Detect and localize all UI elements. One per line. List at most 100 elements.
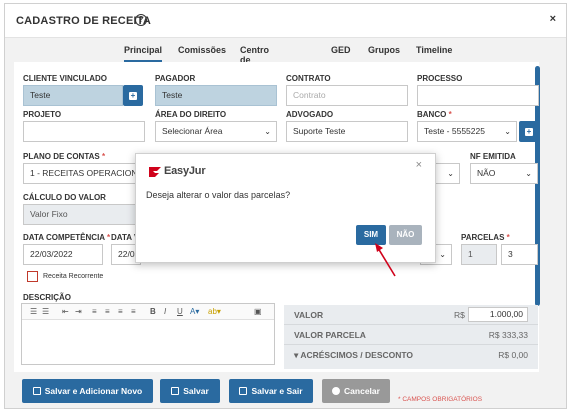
indent-icon[interactable]: ⇥ xyxy=(75,307,82,316)
contrato-label: CONTRATO xyxy=(286,74,331,83)
banco-label: BANCO * xyxy=(417,110,452,119)
required-fields-note: * CAMPOS OBRIGATÓRIOS xyxy=(398,396,483,403)
banco-add-button[interactable]: + xyxy=(519,121,539,142)
save-button[interactable]: Salvar xyxy=(160,379,220,403)
advogado-label: ADVOGADO xyxy=(286,110,334,119)
align-center-icon[interactable]: ≡ xyxy=(105,307,110,316)
pagador-label: PAGADOR xyxy=(155,74,196,83)
acrescimos-label: ▾ ACRÉSCIMOS / DESCONTO xyxy=(294,350,414,360)
contrato-field[interactable]: Contrato xyxy=(286,85,408,106)
save-and-exit-button[interactable]: Salvar e Sair xyxy=(229,379,313,403)
tab-principal[interactable]: Principal xyxy=(124,42,163,62)
italic-icon[interactable]: I xyxy=(164,307,166,316)
currency-label: R$ xyxy=(454,310,465,320)
tab-timeline[interactable]: Timeline xyxy=(416,42,452,62)
tab-centro-de-receita[interactable]: Centro de Receita xyxy=(240,42,272,75)
parcelas-current-field[interactable]: 1 xyxy=(461,244,497,265)
parcelas-label-text: PARCELAS xyxy=(461,233,505,242)
data-competencia-required-mark: * xyxy=(107,233,111,242)
help-icon[interactable]: ? xyxy=(135,14,147,26)
area-select-value: Selecionar Área xyxy=(162,126,223,136)
acrescimos-value: R$ 0,00 xyxy=(498,350,528,360)
calculo-label: CÁLCULO DO VALOR xyxy=(23,193,106,202)
cancel-icon xyxy=(332,387,341,395)
area-select[interactable]: Selecionar Área ⌄ xyxy=(155,121,277,142)
banco-select[interactable]: Teste - 5555225 ⌄ xyxy=(417,121,517,142)
save-and-exit-label: Salvar e Sair xyxy=(251,386,303,396)
parcelas-total-field[interactable]: 3 xyxy=(501,244,538,265)
close-icon[interactable]: × xyxy=(550,13,556,25)
banco-required-mark: * xyxy=(448,110,452,119)
page-title: CADASTRO DE RECEITA xyxy=(16,15,151,27)
valor-input[interactable]: 1.000,00 xyxy=(468,307,528,322)
parcelas-label: PARCELAS * xyxy=(461,233,510,242)
banco-select-value: Teste - 5555225 xyxy=(424,126,485,136)
tab-comissoes[interactable]: Comissões xyxy=(178,42,226,62)
plano-label-text: PLANO DE CONTAS xyxy=(23,152,100,161)
save-label: Salvar xyxy=(183,386,209,396)
valor-parcela-row: VALOR PARCELA R$ 333,33 xyxy=(284,325,538,345)
chevron-down-icon: ⌄ xyxy=(525,169,532,178)
chevron-down-icon: ⌄ xyxy=(439,250,446,259)
processo-field[interactable] xyxy=(417,85,539,106)
cliente-add-button[interactable]: + xyxy=(123,85,143,106)
modal-close-icon[interactable]: × xyxy=(416,159,422,171)
source-icon[interactable]: ▣ xyxy=(254,307,262,316)
chevron-down-icon: ⌄ xyxy=(264,127,271,136)
nf-select-value: NÃO xyxy=(477,168,496,178)
cliente-field[interactable]: Teste xyxy=(23,85,123,106)
acrescimos-row[interactable]: ▾ ACRÉSCIMOS / DESCONTO R$ 0,00 xyxy=(284,345,538,365)
receita-recorrente-checkbox[interactable] xyxy=(27,271,38,282)
save-icon xyxy=(32,387,41,395)
valor-parcela-value: R$ 333,33 xyxy=(488,330,528,340)
align-justify-icon[interactable]: ≡ xyxy=(131,307,136,316)
tab-grupos[interactable]: Grupos xyxy=(368,42,400,62)
highlight-icon[interactable]: ab▾ xyxy=(208,307,221,316)
pagador-field[interactable]: Teste xyxy=(155,85,277,106)
values-panel: VALOR R$ 1.000,00 VALOR PARCELA R$ 333,3… xyxy=(284,305,538,369)
area-label: ÁREA DO DIREITO xyxy=(155,110,227,119)
window-header: CADASTRO DE RECEITA ? × xyxy=(5,4,566,38)
descricao-editor[interactable]: ☰ ☰ ⇤ ⇥ ≡ ≡ ≡ ≡ B I U A▾ ab▾ ▣ xyxy=(21,303,275,365)
valor-row: VALOR R$ 1.000,00 xyxy=(284,305,538,325)
data-competencia-label-text: DATA COMPETÊNCIA xyxy=(23,233,105,242)
banco-label-text: BANCO xyxy=(417,110,447,119)
cliente-label: CLIENTE VINCULADO xyxy=(23,74,107,83)
font-color-icon[interactable]: A▾ xyxy=(190,307,199,316)
nf-label: NF EMITIDA xyxy=(470,152,516,161)
cancel-button[interactable]: Cancelar xyxy=(322,379,390,403)
save-icon xyxy=(239,387,248,395)
ordered-list-icon[interactable]: ☰ xyxy=(30,307,37,316)
projeto-field[interactable] xyxy=(23,121,145,142)
advogado-field[interactable]: Suporte Teste xyxy=(286,121,408,142)
tab-ged[interactable]: GED xyxy=(331,42,351,62)
modal-message: Deseja alterar o valor das parcelas? xyxy=(146,190,291,200)
projeto-label: PROJETO xyxy=(23,110,62,119)
receita-recorrente-label: Receita Recorrente xyxy=(43,273,104,280)
nf-select[interactable]: NÃO ⌄ xyxy=(470,163,538,184)
valor-parcela-label: VALOR PARCELA xyxy=(294,330,366,340)
plano-required-mark: * xyxy=(101,152,106,161)
calculo-field[interactable]: Valor Fixo xyxy=(23,204,145,225)
bold-icon[interactable]: B xyxy=(150,307,156,316)
plus-icon: + xyxy=(525,127,533,136)
align-left-icon[interactable]: ≡ xyxy=(92,307,97,316)
parcelas-required-mark: * xyxy=(506,233,510,242)
brand-name: EasyJur xyxy=(164,165,206,177)
data-competencia-label: DATA COMPETÊNCIA * xyxy=(23,233,110,242)
unordered-list-icon[interactable]: ☰ xyxy=(42,307,49,316)
outdent-icon[interactable]: ⇤ xyxy=(62,307,69,316)
processo-label: PROCESSO xyxy=(417,74,463,83)
data-competencia-field[interactable]: 22/03/2022 xyxy=(23,244,103,265)
annotation-arrow-icon xyxy=(375,243,396,277)
cancel-label: Cancelar xyxy=(344,386,380,396)
save-and-new-button[interactable]: Salvar e Adicionar Novo xyxy=(22,379,153,403)
plus-icon: + xyxy=(129,91,137,100)
valor-label: VALOR xyxy=(294,310,324,320)
underline-icon[interactable]: U xyxy=(177,307,183,316)
descricao-label: DESCRIÇÃO xyxy=(23,293,72,302)
align-right-icon[interactable]: ≡ xyxy=(118,307,123,316)
plano-label: PLANO DE CONTAS * xyxy=(23,152,105,161)
plano-select[interactable]: 1 - RECEITAS OPERACIONA xyxy=(23,163,145,184)
chevron-down-icon: ⌄ xyxy=(447,169,454,178)
